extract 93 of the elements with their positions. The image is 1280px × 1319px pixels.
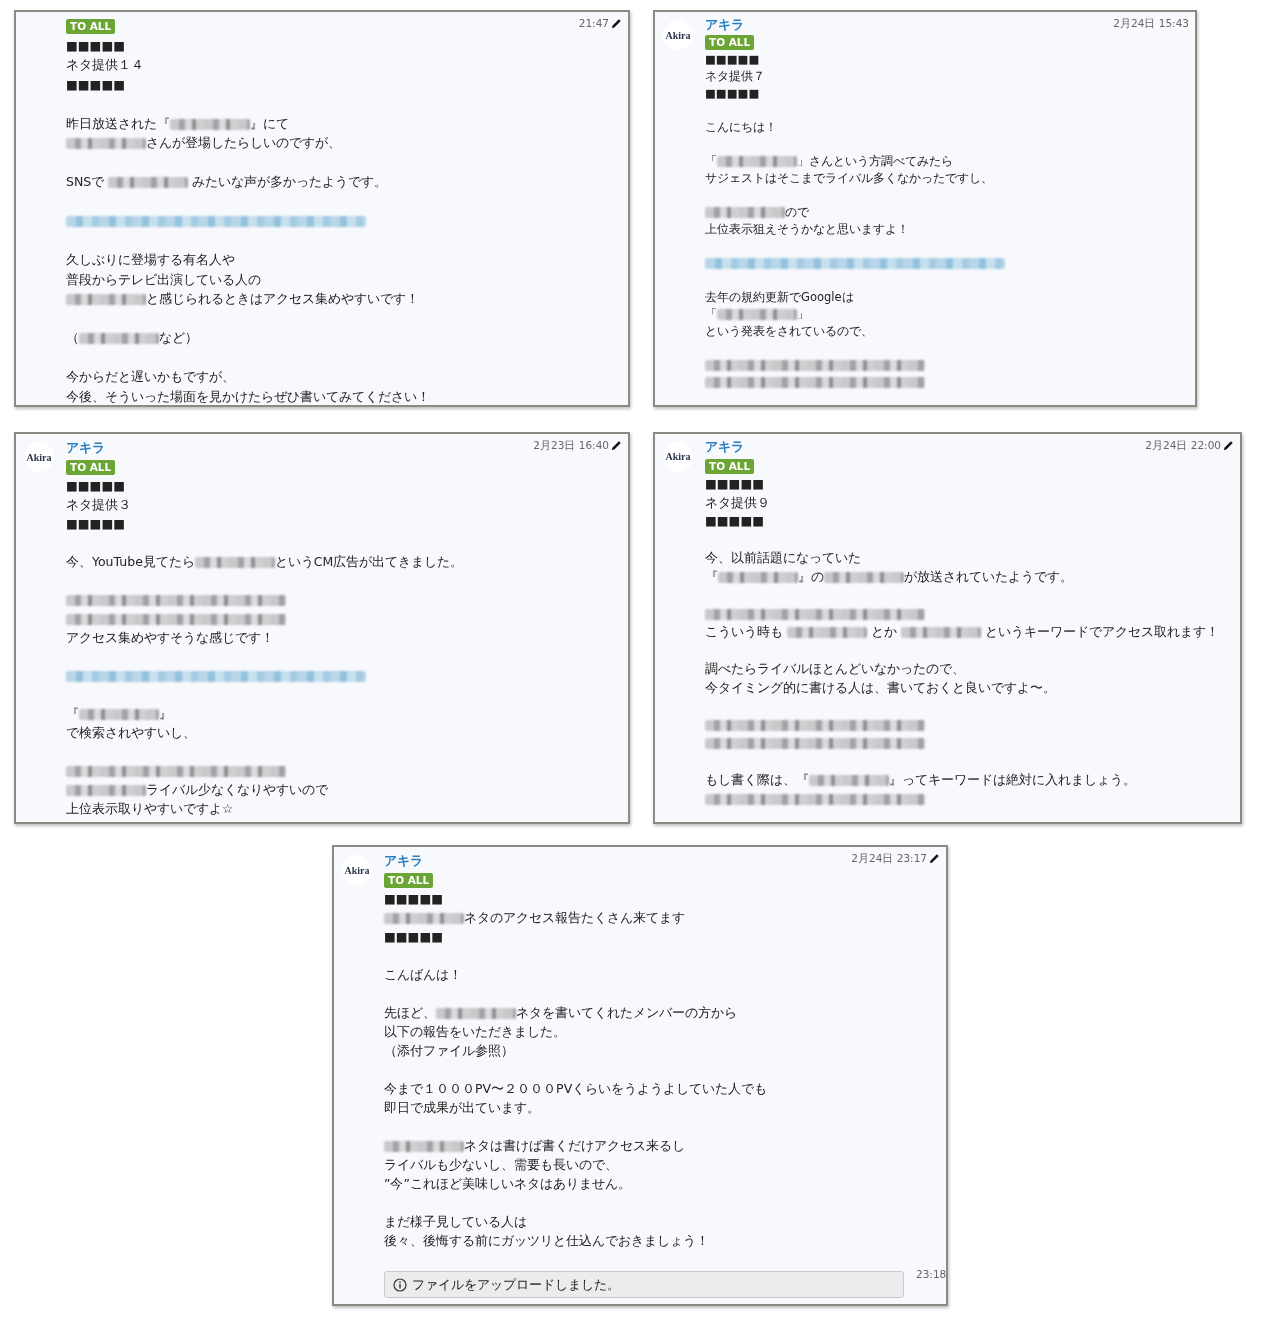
timestamp: 2月24日 15:43 xyxy=(1113,16,1189,30)
message-text: さんが登場したらしいのですが、 xyxy=(146,135,341,150)
message-text: ”今”これほど美味しいネタはありません。 xyxy=(384,1175,632,1193)
pencil-icon[interactable] xyxy=(611,17,622,29)
avatar: Akira xyxy=(663,442,693,472)
message-text: と感じられるときはアクセス集めやすいです！ xyxy=(146,291,419,306)
audience-tag: TO ALL xyxy=(705,35,755,50)
timestamp: 23:18 xyxy=(916,1267,946,1282)
message-text: 「 xyxy=(705,154,717,168)
message-text: 久しぶりに登場する有名人や xyxy=(66,251,236,269)
message-text: 即日で成果が出ています。 xyxy=(384,1099,541,1117)
message-text: ネタ提供９ xyxy=(705,493,771,512)
info-icon xyxy=(393,1277,407,1292)
message-text: 「 xyxy=(705,307,717,321)
timestamp: 2月24日 22:00 xyxy=(1145,438,1221,452)
message-text: ので xyxy=(785,205,809,219)
message-text: サジェストはそこまでライバル多くなかったですし、 xyxy=(705,170,994,187)
message-text: SNSで xyxy=(66,174,106,189)
message-text: 今まで１０００PV〜２０００PVくらいをうようよしていた人でも xyxy=(384,1080,769,1098)
message-text: ネタ提供１４ xyxy=(66,56,145,74)
message-text: 去年の規約更新でGoogleは xyxy=(705,289,855,306)
message-text: 今タイミング的に書ける人は、書いておくと良いですよ〜。 xyxy=(705,678,1057,697)
message-text: ネタを書いてくれたメンバーの方から xyxy=(516,1005,737,1020)
message-text: 以下の報告をいただきました。 xyxy=(384,1023,567,1041)
message-text: みたいな声が多かったようです。 xyxy=(191,174,388,189)
avatar: Akira xyxy=(342,855,372,885)
message-text: ライバルも少ないし、需要も長いので、 xyxy=(384,1156,619,1174)
notice-text: ファイルをアップロードしました。 xyxy=(412,1276,620,1294)
message-text: 今、YouTube見てたら xyxy=(66,554,195,569)
audience-tag: TO ALL xyxy=(705,458,755,474)
message-text: 上位表示狙えそうかなと思いますよ！ xyxy=(705,221,910,238)
message-text: というCM広告が出てきました。 xyxy=(274,554,464,569)
message-text: 『 xyxy=(705,568,718,584)
message-text: ■■■■■ xyxy=(705,85,761,102)
sender-name[interactable]: アキラ xyxy=(705,439,744,454)
message-text: 後々、後悔する前にガッツリと仕込んでおきましょう！ xyxy=(384,1232,710,1250)
avatar: Akira xyxy=(24,442,54,472)
message-text: ■■■■■ xyxy=(705,512,766,530)
message-text: ■■■■■ xyxy=(705,51,761,68)
message-text: こういう時も xyxy=(705,624,784,639)
message-text: ライバル少なくなりやすいので xyxy=(146,782,328,797)
message-text: 今後、そういった場面を見かけたらぜひ書いてみてください！ xyxy=(66,387,431,405)
message-text: ネタ提供３ xyxy=(66,496,132,514)
message-text: が放送されていたようです。 xyxy=(904,568,1073,584)
message-text: 今からだと遅いかもですが、 xyxy=(66,368,236,386)
pencil-icon[interactable] xyxy=(611,439,622,451)
message-text: 』ってキーワードは絶対に入れましょう。 xyxy=(889,772,1136,787)
message-text: （添付ファイル参照） xyxy=(384,1042,515,1060)
message-text: ■■■■■ xyxy=(66,36,127,55)
message-text: とか xyxy=(869,624,898,639)
sender-name[interactable]: アキラ xyxy=(384,853,423,868)
sender-name[interactable]: アキラ xyxy=(705,17,744,32)
message-text: ■■■■■ xyxy=(66,515,127,533)
pencil-icon[interactable] xyxy=(1223,439,1234,451)
message-text: 』の xyxy=(798,568,824,584)
pencil-icon[interactable] xyxy=(929,852,940,864)
avatar: Akira xyxy=(663,20,693,50)
message-text: こんにちは！ xyxy=(705,119,778,136)
sender-name[interactable]: アキラ xyxy=(66,440,105,455)
message-text: こんばんは！ xyxy=(384,966,463,984)
message-text: というキーワードでアクセス取れます！ xyxy=(983,624,1219,639)
message-text: 』 xyxy=(159,706,172,721)
message-text: まだ様子見している人は xyxy=(384,1213,528,1231)
message-text: ネタは書けば書くだけアクセス来るし xyxy=(464,1138,685,1153)
timestamp: 2月24日 23:17 xyxy=(851,851,927,865)
message-text: など） xyxy=(159,330,198,345)
message-text: という発表をされているので、 xyxy=(705,323,874,340)
message-text: ■■■■■ xyxy=(384,928,445,946)
message-text: 」 xyxy=(797,307,809,321)
message-text: 上位表示取りやすいですよ☆ xyxy=(66,800,235,818)
message-text: 昨日放送された『 xyxy=(66,115,170,131)
message-text: 』にて xyxy=(250,115,289,131)
timestamp: 2月23日 16:40 xyxy=(533,438,609,452)
message-text: ■■■■■ xyxy=(705,475,766,493)
audience-tag: TO ALL xyxy=(66,19,116,34)
message-text: 今、以前話題になっていた xyxy=(705,549,862,567)
message-text: ■■■■■ xyxy=(66,75,127,94)
message-text: ■■■■■ xyxy=(384,890,445,908)
message-text: 先ほど、 xyxy=(384,1005,436,1020)
message-text: アクセス集めやすそうな感じです！ xyxy=(66,629,275,647)
message-text: ネタのアクセス報告たくさん来てます xyxy=(464,910,685,925)
message-text: 調べたらライバルほとんどいなかったので、 xyxy=(705,660,966,678)
audience-tag: TO ALL xyxy=(66,460,116,475)
message-text: 『 xyxy=(66,706,79,721)
message-text: 普段からテレビ出演している人の xyxy=(66,270,262,289)
message-text: で検索されやすいし、 xyxy=(66,724,197,742)
message-text: ネタ提供７ xyxy=(705,68,766,85)
message-text: 」さんという方調べてみたら xyxy=(797,154,953,168)
message-text: もし書く際は、『 xyxy=(705,772,809,787)
audience-tag: TO ALL xyxy=(384,873,434,888)
timestamp: 21:47 xyxy=(578,16,609,30)
message-text: ■■■■■ xyxy=(66,477,127,495)
message-text: （ xyxy=(66,330,79,345)
